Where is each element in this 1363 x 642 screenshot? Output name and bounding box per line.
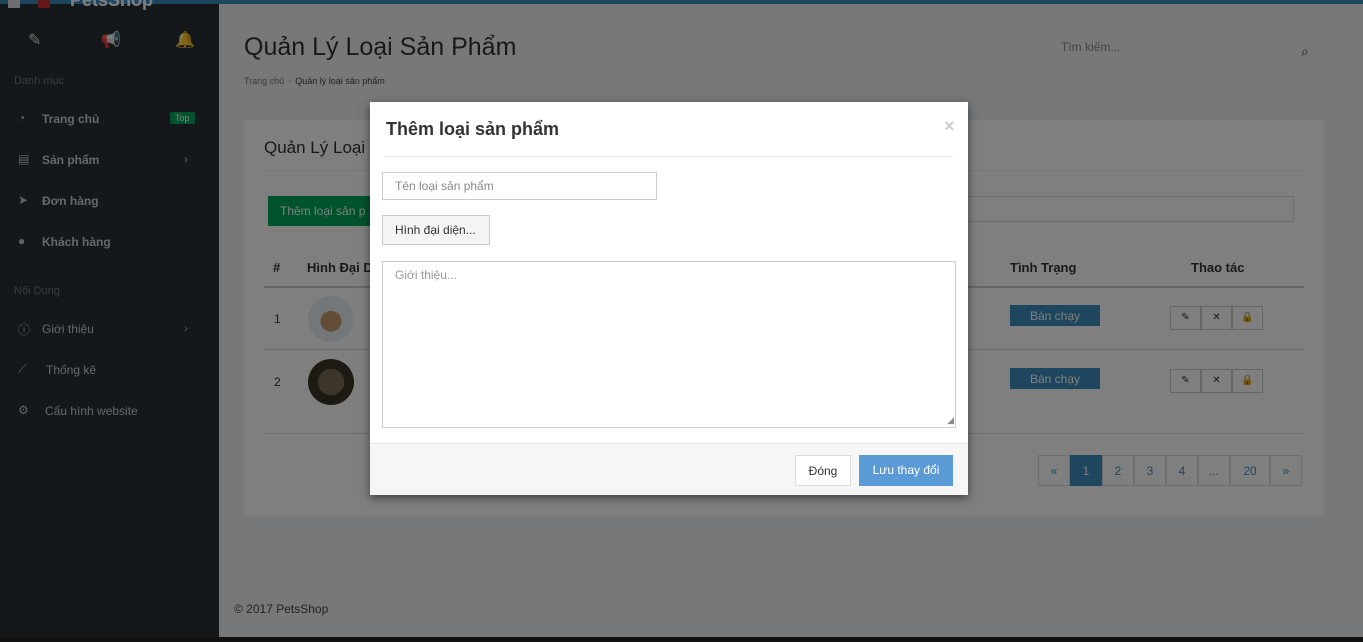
close-button[interactable]: Đóng bbox=[795, 455, 851, 486]
category-name-input[interactable]: Tên loại sản phẩm bbox=[382, 172, 657, 200]
modal-header-divider bbox=[384, 156, 953, 157]
close-icon[interactable]: × bbox=[944, 116, 955, 137]
textarea-placeholder: Giới thiệu... bbox=[395, 268, 457, 282]
input-placeholder: Tên loại sản phẩm bbox=[395, 179, 494, 193]
add-category-modal: Thêm loại sản phẩm × Tên loại sản phẩm H… bbox=[370, 102, 968, 495]
resize-handle-icon[interactable]: ◢ bbox=[947, 415, 954, 426]
os-taskbar bbox=[0, 637, 1363, 642]
modal-footer: Đóng Lưu thay đổi bbox=[370, 443, 968, 495]
save-button[interactable]: Lưu thay đổi bbox=[859, 455, 953, 486]
intro-textarea[interactable]: Giới thiệu... ◢ bbox=[382, 261, 956, 428]
image-upload-button[interactable]: Hình đại diện... bbox=[382, 215, 490, 245]
modal-title: Thêm loại sản phẩm bbox=[386, 119, 560, 139]
